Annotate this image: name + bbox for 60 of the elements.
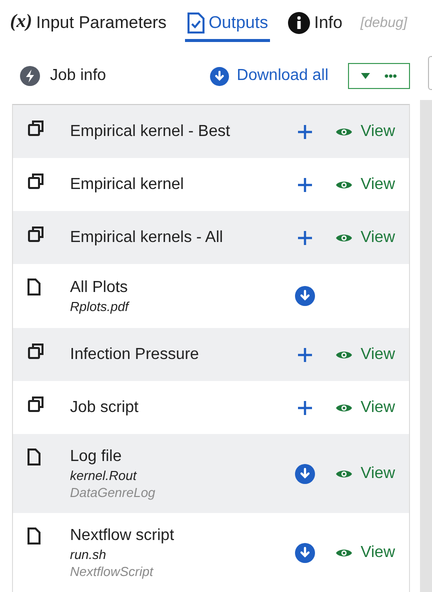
output-row[interactable]: Empirical kernel - Best View xyxy=(13,105,409,158)
view-button[interactable]: View xyxy=(334,342,395,366)
eye-icon xyxy=(334,126,353,138)
output-row[interactable]: Empirical kernels - All View xyxy=(13,211,409,264)
eye-icon xyxy=(334,178,353,190)
file-name: run.sh xyxy=(70,546,108,562)
output-name: Nextflow script xyxy=(70,526,176,546)
output-row[interactable]: Infection Pressure View xyxy=(13,328,409,381)
view-button[interactable]: View xyxy=(334,462,395,486)
eye-icon xyxy=(334,402,353,414)
output-name: Empirical kernels - All xyxy=(70,228,224,248)
add-icon[interactable] xyxy=(297,124,313,140)
output-name: Job script xyxy=(70,398,140,418)
output-name: Empirical kernel - Best xyxy=(70,122,232,142)
add-icon[interactable] xyxy=(297,400,313,416)
output-name: Empirical kernel xyxy=(70,174,185,194)
output-row[interactable]: Log file kernel.Rout DataGenreLog View xyxy=(13,434,409,513)
download-all-button[interactable]: Download all xyxy=(210,64,328,88)
file-icon xyxy=(27,448,41,466)
output-name: Log file xyxy=(70,446,123,466)
eye-icon xyxy=(334,232,353,244)
checked-document-icon xyxy=(186,12,205,34)
eye-icon xyxy=(334,546,353,558)
download-icon[interactable] xyxy=(295,542,315,562)
debug-label: [debug] xyxy=(360,12,408,32)
view-button[interactable]: View xyxy=(334,396,395,420)
view-button[interactable]: View xyxy=(334,172,395,196)
variable-icon: (x) xyxy=(10,8,32,37)
copy-icon xyxy=(27,395,45,413)
eye-icon xyxy=(334,348,353,360)
file-icon xyxy=(27,278,41,296)
download-icon[interactable] xyxy=(210,66,229,86)
download-icon[interactable] xyxy=(295,464,315,484)
copy-icon xyxy=(27,172,45,190)
output-name: Infection Pressure xyxy=(70,344,200,364)
add-icon[interactable] xyxy=(297,346,313,362)
data-genre: DataGenreLog xyxy=(70,484,156,500)
tab[interactable]: (x) Input Parameters xyxy=(8,2,169,42)
tab[interactable]: Outputs xyxy=(184,2,270,42)
file-name: Rplots.pdf xyxy=(70,298,130,314)
lightning-icon xyxy=(20,66,40,86)
info-icon xyxy=(288,12,310,34)
caret-icon xyxy=(361,73,370,79)
view-button[interactable]: View xyxy=(334,226,395,250)
file-icon xyxy=(27,527,41,545)
add-icon[interactable] xyxy=(297,230,313,246)
tab[interactable]: Info xyxy=(286,2,344,42)
add-icon[interactable] xyxy=(297,176,313,192)
output-name: All Plots xyxy=(70,278,129,298)
more-dropdown-button[interactable]: ••• xyxy=(348,63,410,89)
copy-icon xyxy=(27,342,45,360)
data-genre: NextflowScript xyxy=(70,562,154,580)
eye-icon xyxy=(334,468,353,480)
view-button[interactable]: View xyxy=(334,540,395,564)
view-button[interactable]: View xyxy=(334,120,395,144)
copy-icon xyxy=(27,119,45,137)
job-info-button[interactable]: Job info xyxy=(20,64,106,88)
copy-icon xyxy=(27,225,45,243)
file-name: kernel.Rout xyxy=(70,466,138,484)
download-icon[interactable] xyxy=(295,286,315,306)
